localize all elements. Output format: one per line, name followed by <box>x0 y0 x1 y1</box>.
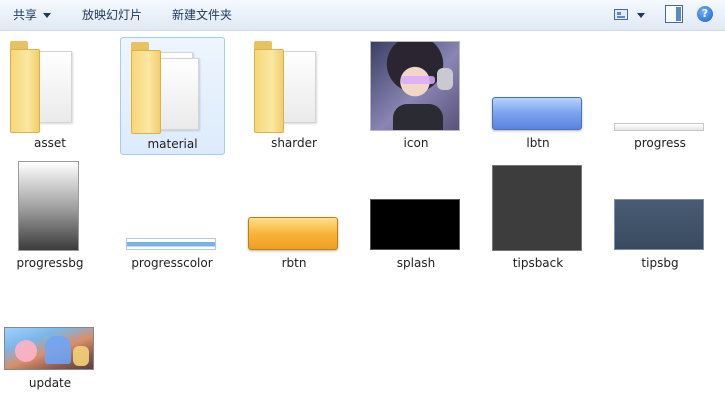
file-name: tipsback <box>512 256 564 270</box>
blue-button-thumbnail <box>492 97 582 130</box>
file-item-rbtn[interactable]: rbtn <box>244 157 344 275</box>
preview-pane-button[interactable] <box>665 5 683 23</box>
black-splash-thumbnail <box>370 199 460 250</box>
file-item-tipsbg[interactable]: tipsbg <box>610 157 710 275</box>
folder-icon <box>254 39 324 135</box>
character-portrait-thumbnail <box>370 41 460 131</box>
file-name: sharder <box>271 136 317 150</box>
view-options-icon <box>614 9 628 20</box>
folder-item-asset[interactable]: asset <box>0 37 100 155</box>
folder-icon <box>131 40 201 136</box>
file-name: asset <box>34 136 66 150</box>
folder-item-material[interactable]: material <box>120 37 225 155</box>
file-item-progress[interactable]: progress <box>610 37 710 155</box>
file-item-lbtn[interactable]: lbtn <box>488 37 588 155</box>
file-name: rbtn <box>281 256 307 270</box>
chevron-down-icon <box>637 13 645 18</box>
share-label: 共享 <box>13 8 38 22</box>
orange-button-thumbnail <box>248 217 338 250</box>
slideshow-button[interactable]: 放映幻灯片 <box>82 7 142 24</box>
change-view-button[interactable] <box>612 6 652 24</box>
file-name: splash <box>396 256 436 270</box>
progress-bar-thumbnail <box>614 123 704 131</box>
file-name: material <box>147 137 198 151</box>
file-item-splash[interactable]: splash <box>366 157 466 275</box>
file-name: tipsbg <box>641 256 679 270</box>
dark-panel-thumbnail <box>492 165 582 251</box>
new-folder-button[interactable]: 新建文件夹 <box>172 7 232 24</box>
progress-color-thumbnail <box>126 238 216 250</box>
help-button[interactable]: ? <box>697 6 713 22</box>
gradient-background-thumbnail <box>18 161 79 251</box>
file-name: lbtn <box>526 136 550 150</box>
folder-item-sharder[interactable]: sharder <box>244 37 344 155</box>
game-scene-thumbnail <box>4 327 94 370</box>
file-name: progressbg <box>16 256 84 270</box>
file-name: progresscolor <box>131 256 213 270</box>
share-menu-button[interactable]: 共享 <box>13 7 52 24</box>
file-item-progressbg[interactable]: progressbg <box>0 157 100 275</box>
slate-panel-thumbnail <box>614 199 704 250</box>
chevron-down-icon <box>43 13 52 18</box>
file-item-update[interactable]: update <box>0 277 100 395</box>
file-item-tipsback[interactable]: tipsback <box>488 157 588 275</box>
file-name: icon <box>403 136 429 150</box>
command-bar: 共享 放映幻灯片 新建文件夹 ? <box>0 0 725 31</box>
folder-icon <box>10 39 80 135</box>
file-name: progress <box>634 136 686 150</box>
file-item-icon[interactable]: icon <box>366 37 466 155</box>
file-name: update <box>28 376 72 390</box>
file-item-progresscolor[interactable]: progresscolor <box>122 157 222 275</box>
